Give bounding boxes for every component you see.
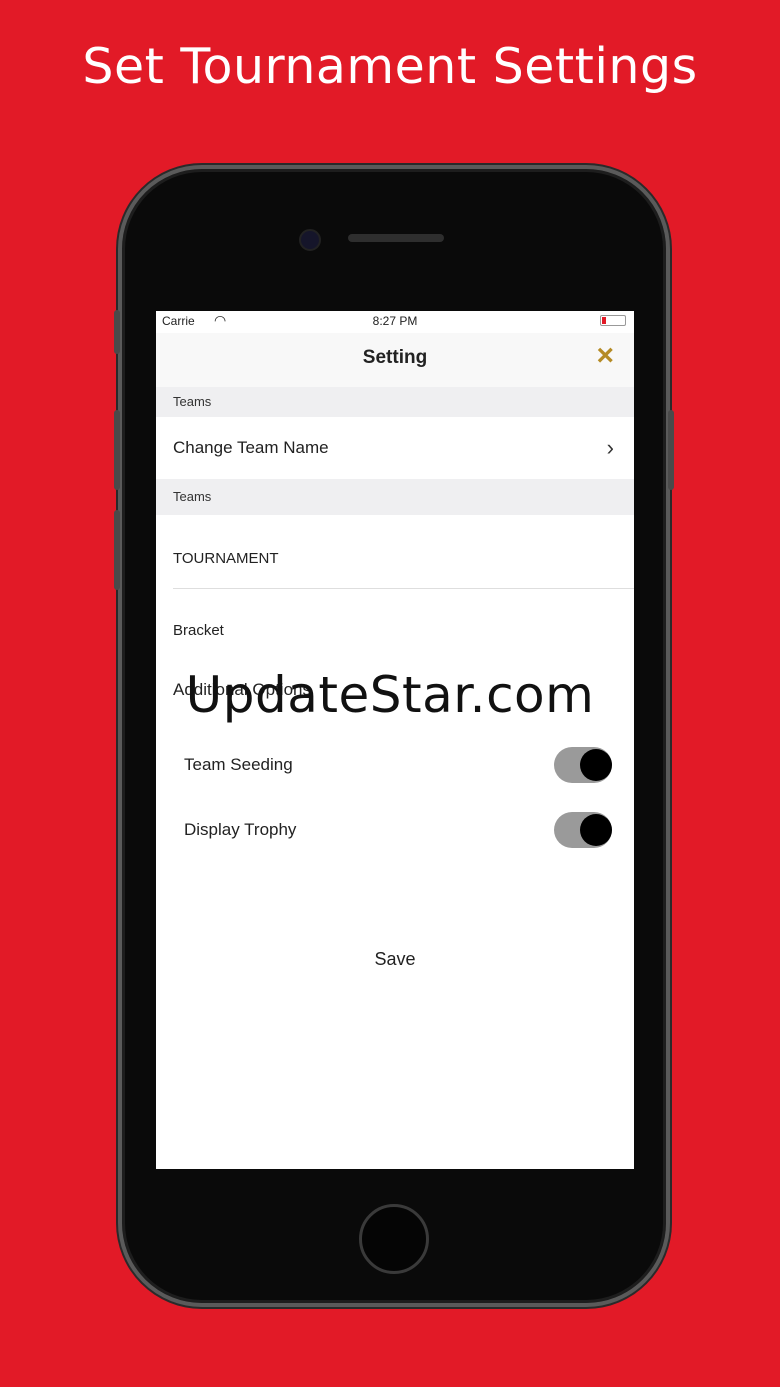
display-trophy-row: Display Trophy — [156, 808, 634, 852]
team-seeding-label: Team Seeding — [184, 755, 293, 774]
navigation-bar: Setting × — [156, 333, 634, 387]
app-screen: Carrie ◠ 8:27 PM Setting × Teams Change … — [156, 311, 634, 1169]
toggle-knob — [580, 814, 612, 846]
front-camera — [299, 229, 321, 251]
tournament-row[interactable]: TOURNAMENT — [156, 515, 634, 587]
status-time: 8:27 PM — [372, 314, 418, 328]
section-header-teams-2: Teams — [156, 479, 634, 515]
display-trophy-label: Display Trophy — [184, 820, 297, 839]
tournament-label: TOURNAMENT — [173, 550, 279, 567]
status-bar: Carrie ◠ 8:27 PM — [156, 311, 634, 333]
power-button — [668, 410, 674, 490]
change-team-name-row[interactable]: Change Team Name › — [156, 417, 634, 479]
page-title: Setting — [362, 347, 428, 368]
watermark: UpdateStar.com — [185, 666, 595, 724]
close-icon[interactable]: × — [596, 341, 614, 371]
home-button[interactable] — [359, 1204, 429, 1274]
bracket-row[interactable]: Bracket — [156, 611, 634, 651]
team-seeding-toggle[interactable] — [554, 747, 612, 783]
save-button[interactable]: Save — [156, 949, 634, 970]
team-seeding-row: Team Seeding — [156, 743, 634, 787]
volume-down-button — [114, 410, 120, 490]
volume-up-button — [114, 310, 120, 354]
headline: Set Tournament Settings — [82, 38, 698, 95]
earpiece-speaker — [348, 234, 444, 242]
section-header-teams: Teams — [156, 387, 634, 417]
battery-icon — [600, 315, 626, 326]
display-trophy-toggle[interactable] — [554, 812, 612, 848]
bracket-label: Bracket — [173, 622, 224, 639]
mute-switch — [114, 510, 120, 590]
chevron-right-icon: › — [606, 435, 614, 460]
toggle-knob — [580, 749, 612, 781]
row-divider — [173, 588, 634, 589]
change-team-name-label: Change Team Name — [173, 438, 329, 457]
